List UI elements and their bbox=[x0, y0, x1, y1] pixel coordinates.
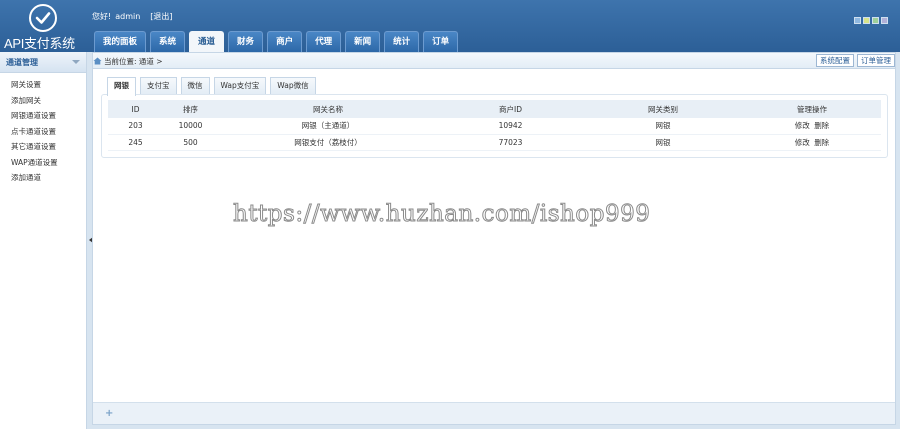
plus-icon[interactable]: + bbox=[105, 409, 113, 419]
skin-option[interactable] bbox=[863, 17, 870, 24]
cell-sort: 500 bbox=[163, 134, 218, 151]
nav-tab-merchant[interactable]: 商户 bbox=[267, 31, 303, 52]
cell-category: 网银 bbox=[583, 134, 743, 151]
cell-actions: 修改 删除 bbox=[743, 134, 881, 151]
cell-category: 网银 bbox=[583, 118, 743, 135]
sidebar-item-add-channel[interactable]: 添加通道 bbox=[0, 170, 86, 186]
watermark-text: https://www.huzhan.com/ishop999 bbox=[232, 201, 651, 228]
edit-link[interactable]: 修改 bbox=[795, 138, 810, 147]
delete-link[interactable]: 删除 bbox=[814, 138, 829, 147]
nav-tab-news[interactable]: 新闻 bbox=[345, 31, 381, 52]
cell-name: 网银（主通道） bbox=[218, 118, 438, 135]
sidebar: 通道管理 网关设置 添加网关 网银通道设置 点卡通道设置 其它通道设置 WAP通… bbox=[0, 52, 87, 429]
sidebar-item-gateway-settings[interactable]: 网关设置 bbox=[0, 77, 86, 93]
top-header: API支付系统 您好! admin [退出] 我的面板 系统 通道 财务 商户 代理… bbox=[0, 0, 900, 52]
sidebar-menu: 网关设置 添加网关 网银通道设置 点卡通道设置 其它通道设置 WAP通道设置 添… bbox=[0, 73, 86, 186]
cell-id: 203 bbox=[108, 118, 163, 135]
breadcrumb: 当前位置: 通道 > bbox=[104, 57, 163, 66]
gateway-table-container: ID 排序 网关名称 商户ID 网关类别 管理操作 203 10000 网银（主… bbox=[101, 94, 888, 158]
username: admin bbox=[115, 12, 141, 21]
nav-tab-system[interactable]: 系统 bbox=[150, 31, 186, 52]
table-row: 245 500 网银支付（荔枝付） 77023 网银 修改 删除 bbox=[108, 134, 881, 151]
col-header-name: 网关名称 bbox=[218, 100, 438, 118]
checkmark-logo-icon bbox=[29, 4, 57, 32]
nav-tab-dashboard[interactable]: 我的面板 bbox=[94, 31, 147, 52]
col-header-sort: 排序 bbox=[163, 100, 218, 118]
footer-bar: + bbox=[93, 402, 895, 424]
order-manage-button[interactable]: 订单管理 bbox=[857, 54, 895, 67]
sidebar-title: 通道管理 bbox=[6, 58, 38, 67]
skin-option[interactable] bbox=[881, 17, 888, 24]
tab-wap-alipay[interactable]: Wap支付宝 bbox=[213, 77, 267, 95]
sidebar-item-wap-channel[interactable]: WAP通道设置 bbox=[0, 155, 86, 171]
skin-option[interactable] bbox=[872, 17, 879, 24]
tab-wap-wechat[interactable]: Wap微信 bbox=[270, 77, 316, 95]
sidebar-item-bank-channel[interactable]: 网银通道设置 bbox=[0, 108, 86, 124]
logo-text: API支付系统 bbox=[4, 36, 75, 51]
sidebar-item-add-gateway[interactable]: 添加网关 bbox=[0, 93, 86, 109]
greeting-text: 您好! bbox=[92, 12, 112, 21]
col-header-category: 网关类别 bbox=[583, 100, 743, 118]
col-header-merchant-id: 商户ID bbox=[438, 100, 583, 118]
channel-panel: 网银 支付宝 微信 Wap支付宝 Wap微信 ID 排序 网关名称 商户ID 网… bbox=[101, 77, 888, 161]
table-header-row: ID 排序 网关名称 商户ID 网关类别 管理操作 bbox=[108, 100, 881, 118]
table-row: 203 10000 网银（主通道） 10942 网银 修改 删除 bbox=[108, 118, 881, 135]
cell-name: 网银支付（荔枝付） bbox=[218, 134, 438, 151]
main-content: 当前位置: 通道 > 系统配置 订单管理 网银 支付宝 微信 Wap支付宝 Wa… bbox=[92, 52, 896, 425]
nav-tab-agent[interactable]: 代理 bbox=[306, 31, 342, 52]
edit-link[interactable]: 修改 bbox=[795, 121, 810, 130]
nav-tab-stats[interactable]: 统计 bbox=[384, 31, 420, 52]
logout-link[interactable]: [退出] bbox=[150, 12, 172, 21]
skin-switcher bbox=[854, 17, 888, 24]
delete-link[interactable]: 删除 bbox=[814, 121, 829, 130]
sidebar-item-other-channel[interactable]: 其它通道设置 bbox=[0, 139, 86, 155]
cell-actions: 修改 删除 bbox=[743, 118, 881, 135]
cell-id: 245 bbox=[108, 134, 163, 151]
user-greeting: 您好! admin [退出] bbox=[92, 11, 177, 22]
chevron-down-icon bbox=[72, 60, 80, 64]
sidebar-item-card-channel[interactable]: 点卡通道设置 bbox=[0, 124, 86, 140]
col-header-actions: 管理操作 bbox=[743, 100, 881, 118]
nav-tab-finance[interactable]: 财务 bbox=[228, 31, 264, 52]
cell-merchant-id: 77023 bbox=[438, 134, 583, 151]
tab-alipay[interactable]: 支付宝 bbox=[140, 77, 177, 95]
system-config-button[interactable]: 系统配置 bbox=[816, 54, 854, 67]
nav-tab-channel[interactable]: 通道 bbox=[189, 31, 225, 52]
tab-wechat[interactable]: 微信 bbox=[180, 77, 210, 95]
channel-tabs: 网银 支付宝 微信 Wap支付宝 Wap微信 bbox=[101, 77, 888, 96]
sidebar-header[interactable]: 通道管理 bbox=[0, 52, 86, 73]
top-right-buttons: 系统配置 订单管理 bbox=[816, 54, 895, 67]
skin-option[interactable] bbox=[854, 17, 861, 24]
gateway-table: ID 排序 网关名称 商户ID 网关类别 管理操作 203 10000 网银（主… bbox=[108, 100, 881, 151]
tab-bank[interactable]: 网银 bbox=[107, 77, 136, 96]
col-header-id: ID bbox=[108, 100, 163, 118]
nav-tab-orders[interactable]: 订单 bbox=[423, 31, 459, 52]
breadcrumb-bar: 当前位置: 通道 > 系统配置 订单管理 bbox=[93, 53, 895, 69]
logo: API支付系统 bbox=[0, 0, 88, 52]
cell-merchant-id: 10942 bbox=[438, 118, 583, 135]
home-icon bbox=[93, 57, 102, 65]
cell-sort: 10000 bbox=[163, 118, 218, 135]
main-nav: 我的面板 系统 通道 财务 商户 代理 新闻 统计 订单 bbox=[94, 31, 459, 52]
